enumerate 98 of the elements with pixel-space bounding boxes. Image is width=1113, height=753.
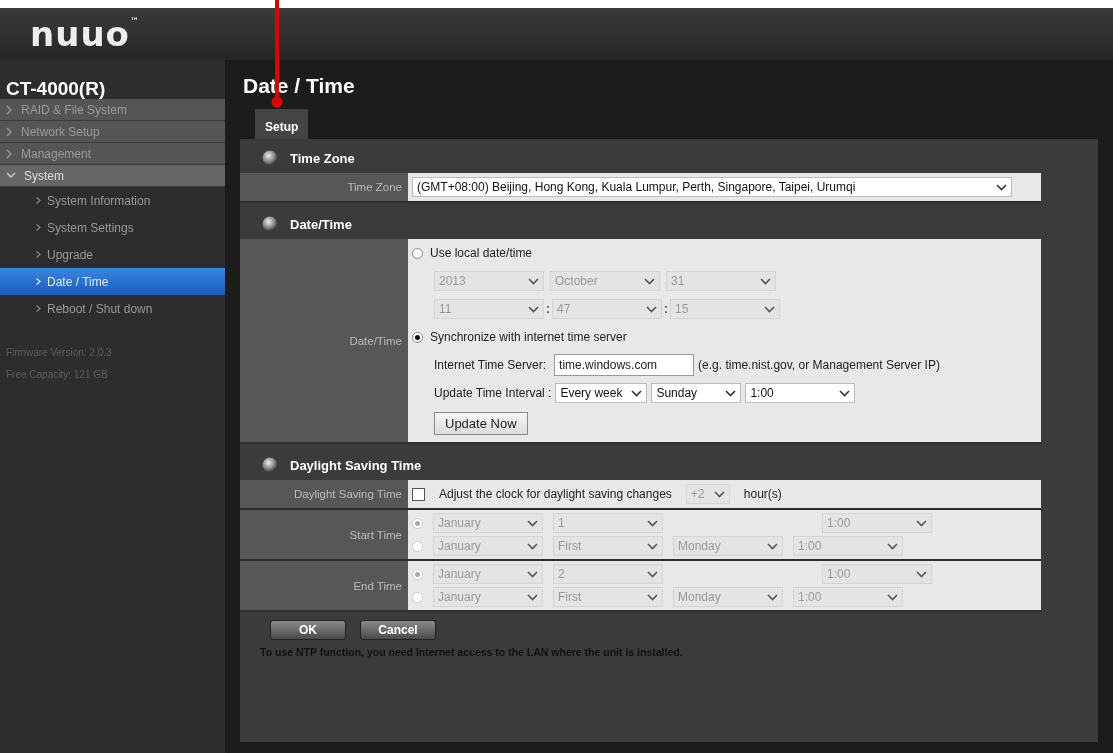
sphere-icon xyxy=(262,457,278,473)
chevron-down-icon xyxy=(644,277,655,285)
chevron-down-icon xyxy=(527,570,538,578)
chevron-down-icon xyxy=(527,519,538,527)
time-separator: : xyxy=(545,302,551,316)
chevron-down-icon xyxy=(767,593,778,601)
chevron-down-icon xyxy=(887,542,898,550)
chevron-down-icon xyxy=(527,542,538,550)
dropdown[interactable]: (GMT+08:00) Beijing, Hong Kong, Kuala Lumpur, Perth, Singapore, Taipei, Urumqi xyxy=(412,177,1012,197)
chevron-down-icon xyxy=(631,389,643,397)
dropdown[interactable]: +2 xyxy=(685,484,730,504)
chevron-right-icon xyxy=(36,224,41,231)
chevron-down-icon xyxy=(713,490,725,498)
chevron-right-icon xyxy=(6,148,13,159)
tab[interactable]: Setup xyxy=(255,109,309,139)
chevron-down-icon xyxy=(528,277,539,285)
option-label: Use local date/time xyxy=(430,246,533,260)
radio-button[interactable] xyxy=(412,540,423,552)
chevron-right-icon xyxy=(6,126,13,137)
dropdown[interactable]: Monday xyxy=(673,587,783,607)
hint-text: (e.g. time.nist.gov, or Management Server IP) xyxy=(698,358,940,372)
sphere-icon xyxy=(262,150,278,166)
chevron-down-icon xyxy=(528,305,539,313)
dropdown[interactable]: 1:00 xyxy=(822,513,932,533)
dropdown[interactable]: January xyxy=(433,513,543,533)
dropdown[interactable]: 1:00 xyxy=(822,564,932,584)
logo: nuuo™ xyxy=(30,17,140,51)
unit-label: hour(s) xyxy=(743,487,782,501)
chevron-down-icon xyxy=(6,172,16,179)
dropdown[interactable]: 31 xyxy=(666,271,776,291)
chevron-down-icon xyxy=(647,593,658,601)
sidebar-item[interactable]: Management xyxy=(0,143,225,165)
field-label: Start Time xyxy=(240,510,408,559)
chevron-down-icon xyxy=(887,593,898,601)
field-label: Update Time Interval : xyxy=(434,386,552,400)
sidebar-item[interactable]: RAID & File System xyxy=(0,99,225,121)
chevron-right-icon xyxy=(36,305,41,312)
dropdown[interactable]: January xyxy=(433,564,543,584)
sidebar-item[interactable]: Network Setup xyxy=(0,121,225,143)
chevron-right-icon xyxy=(36,197,41,204)
chevron-down-icon xyxy=(764,305,775,313)
section-title: Date/Time xyxy=(290,216,352,232)
field-label: End Time xyxy=(240,561,408,610)
dropdown[interactable]: 15 xyxy=(670,299,780,319)
dropdown[interactable]: 1:00 xyxy=(793,587,903,607)
update-now-button[interactable]: Update Now xyxy=(434,412,528,435)
field-label: Date/Time xyxy=(240,239,408,442)
field-label: Daylight Saving Time xyxy=(240,480,408,508)
chevron-down-icon xyxy=(916,570,927,578)
chevron-right-icon xyxy=(36,278,41,285)
device-name: CT-4000(R) xyxy=(5,77,107,99)
dialog-button[interactable]: OK xyxy=(270,620,346,640)
chevron-down-icon xyxy=(527,593,538,601)
time-separator: : xyxy=(663,302,669,316)
chevron-down-icon xyxy=(916,519,927,527)
chevron-right-icon xyxy=(6,104,13,115)
radio-button[interactable] xyxy=(412,517,423,529)
dropdown[interactable]: January xyxy=(433,536,543,556)
dropdown[interactable]: Sunday xyxy=(651,383,742,403)
server-input[interactable]: time.windows.com xyxy=(554,354,695,376)
dropdown[interactable]: January xyxy=(433,587,543,607)
chevron-down-icon xyxy=(760,277,771,285)
dropdown[interactable]: 1:00 xyxy=(745,383,856,403)
dropdown[interactable]: 1 xyxy=(553,513,663,533)
sidebar-item[interactable]: System xyxy=(0,165,225,187)
option-label: Adjust the clock for daylight saving changes xyxy=(439,487,672,501)
dropdown[interactable]: 2 xyxy=(553,564,663,584)
radio-button[interactable] xyxy=(412,568,423,580)
dropdown[interactable]: 1:00 xyxy=(793,536,903,556)
chevron-down-icon xyxy=(647,570,658,578)
chevron-down-icon xyxy=(646,305,657,313)
chevron-down-icon xyxy=(647,519,658,527)
field-label: Internet Time Server: xyxy=(434,358,547,372)
dialog-button[interactable]: Cancel xyxy=(360,620,436,640)
section-title: Time Zone xyxy=(290,150,355,166)
checkbox[interactable] xyxy=(412,487,425,501)
chevron-down-icon xyxy=(996,183,1007,191)
chevron-down-icon xyxy=(839,389,851,397)
sidebar-subitem[interactable]: Date / Time xyxy=(0,268,225,295)
chevron-right-icon xyxy=(36,251,41,258)
dropdown[interactable]: 47 xyxy=(552,299,662,319)
radio-button[interactable] xyxy=(412,591,423,603)
dropdown[interactable]: Monday xyxy=(673,536,783,556)
sphere-icon xyxy=(262,216,278,232)
radio-button[interactable] xyxy=(412,331,423,343)
field-label: Time Zone xyxy=(240,173,408,201)
dropdown[interactable]: October xyxy=(550,271,660,291)
section-title: Daylight Saving Time xyxy=(290,457,422,473)
dropdown[interactable]: First xyxy=(553,587,663,607)
dropdown[interactable]: Every week xyxy=(555,383,648,403)
radio-button[interactable] xyxy=(412,247,423,259)
dropdown[interactable]: 2013 xyxy=(434,271,544,291)
chevron-down-icon xyxy=(725,389,737,397)
dropdown[interactable]: First xyxy=(553,536,663,556)
option-label: Synchronize with internet time server xyxy=(430,330,627,344)
chevron-down-icon xyxy=(767,542,778,550)
dropdown[interactable]: 11 xyxy=(434,299,544,319)
chevron-down-icon xyxy=(647,542,658,550)
